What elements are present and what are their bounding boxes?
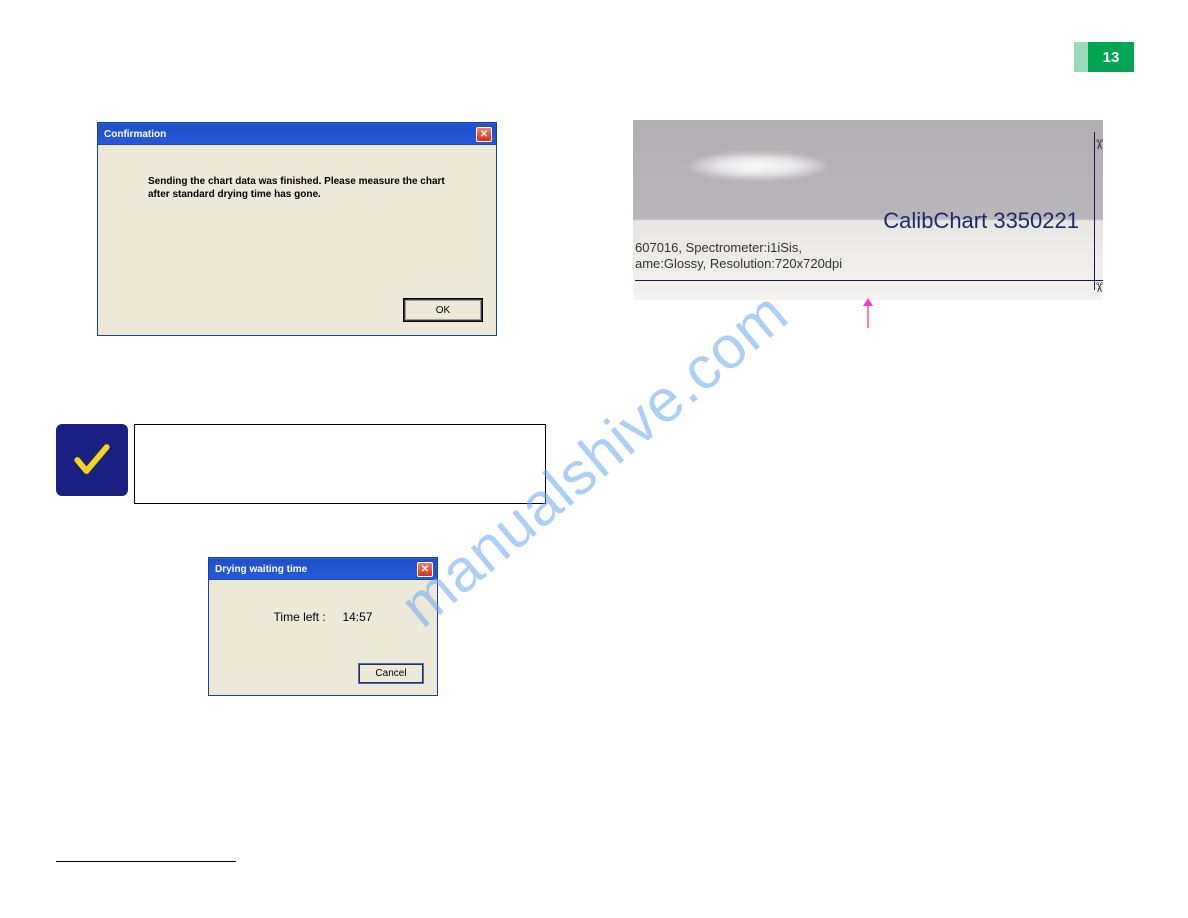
time-left-row: Time left : 14:57	[221, 610, 425, 624]
scissor-icon: ✂	[1091, 139, 1103, 151]
footer-rule	[56, 861, 236, 862]
close-icon[interactable]: ✕	[417, 562, 433, 577]
time-left-label: Time left :	[274, 610, 326, 624]
arrow-icon	[858, 298, 878, 333]
confirmation-body: Sending the chart data was finished. Ple…	[98, 145, 496, 335]
drying-dialog: Drying waiting time ✕ Time left : 14:57 …	[208, 557, 438, 696]
confirmation-message: Sending the chart data was finished. Ple…	[148, 175, 446, 201]
scissor-icon: ✂	[1091, 282, 1103, 294]
calibchart-photo: CalibChart 3350221 607016, Spectrometer:…	[633, 120, 1103, 300]
cutline-vertical	[1094, 132, 1095, 290]
drying-titlebar: Drying waiting time ✕	[209, 558, 437, 580]
checkpoint-frame	[134, 424, 546, 504]
cutline-horizontal	[635, 280, 1103, 281]
time-left-value: 14:57	[342, 610, 372, 624]
checkmark-icon	[56, 424, 128, 496]
confirmation-titlebar: Confirmation ✕	[98, 123, 496, 145]
page-number-bg	[1074, 42, 1088, 72]
drying-body: Time left : 14:57 Cancel	[209, 580, 437, 695]
checkpoint-box	[56, 424, 546, 504]
calibchart-title: CalibChart 3350221	[883, 208, 1079, 234]
confirmation-title: Confirmation	[104, 129, 166, 140]
ok-button[interactable]: OK	[404, 299, 482, 321]
confirmation-dialog: Confirmation ✕ Sending the chart data wa…	[97, 122, 497, 336]
drying-title: Drying waiting time	[215, 564, 307, 575]
close-icon[interactable]: ✕	[476, 127, 492, 142]
cancel-button[interactable]: Cancel	[359, 664, 423, 683]
calibchart-spectrometer: 607016, Spectrometer:i1iSis,	[635, 240, 802, 255]
page-number: 13	[1088, 42, 1134, 72]
glare	[688, 152, 828, 180]
calibchart-resolution: ame:Glossy, Resolution:720x720dpi	[635, 256, 842, 271]
